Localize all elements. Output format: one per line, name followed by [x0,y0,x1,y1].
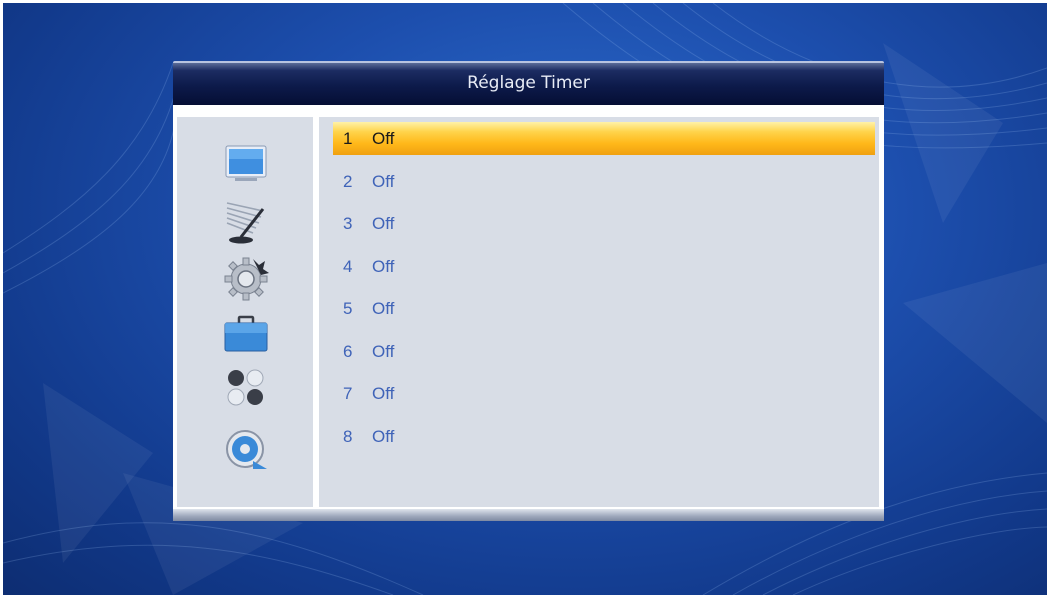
timer-status: Off [372,342,395,361]
timer-number: 3 [343,214,353,233]
timer-status: Off [372,384,395,403]
timer-status: Off [372,257,395,276]
timer-number: 6 [343,342,353,361]
timer-number: 8 [343,427,353,446]
timer-number: 4 [343,257,353,276]
timer-status: Off [372,214,395,233]
timer-status: Off [372,427,395,446]
timer-number: 1 [343,129,353,148]
media-player-icon[interactable] [223,427,269,469]
timer-list: 1 Off 2 Off 3 Off 4 Off 5 Off 6 Off 7 Of… [319,117,879,507]
timer-status: Off [372,172,395,191]
timer-number: 2 [343,172,353,191]
timer-status: Off [372,299,395,318]
timer-number: 5 [343,299,353,318]
timer-row-7[interactable]: 7 Off [333,377,875,410]
timer-row-2[interactable]: 2 Off [333,165,875,198]
games-balls-icon[interactable] [223,367,269,409]
timer-row-5[interactable]: 5 Off [333,292,875,325]
timer-row-4[interactable]: 4 Off [333,250,875,283]
gear-settings-icon[interactable] [223,255,269,301]
menu-sidebar [177,117,313,507]
timer-row-3[interactable]: 3 Off [333,207,875,240]
tv-screen: Réglage Timer 1 Off 2 Off 3 Off 4 Off 5 … [3,3,1047,595]
timer-row-8[interactable]: 8 Off [333,420,875,453]
satellite-dish-icon[interactable] [223,199,269,244]
timer-settings-window: Réglage Timer 1 Off 2 Off 3 Off 4 Off 5 … [173,61,884,521]
timer-row-6[interactable]: 6 Off [333,335,875,368]
bottom-bar [173,509,884,521]
toolbox-icon[interactable] [223,313,269,355]
tv-screen-icon[interactable] [223,143,269,185]
timer-number: 7 [343,384,353,403]
title-bar: Réglage Timer [173,61,884,105]
timer-status: Off [372,129,395,148]
window-title: Réglage Timer [467,73,590,93]
timer-row-1[interactable]: 1 Off [333,122,875,155]
